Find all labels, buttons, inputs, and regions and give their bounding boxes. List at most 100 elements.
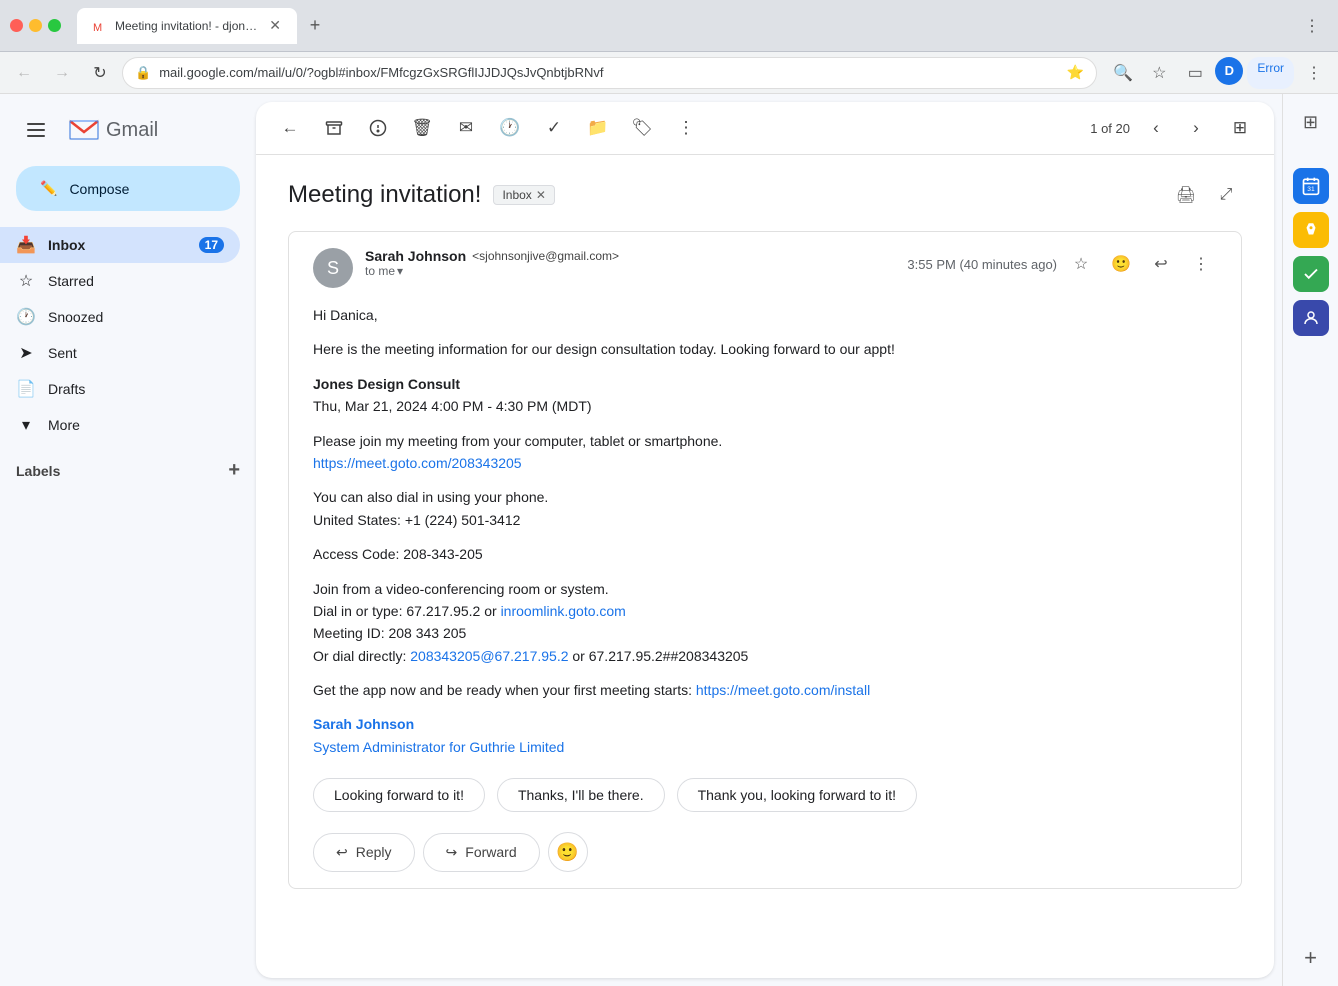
pagination-buttons: ‹ ›	[1138, 110, 1214, 146]
sidebar-item-snoozed[interactable]: 🕐 Snoozed	[0, 299, 240, 335]
sidebar-header: Gmail	[0, 102, 256, 158]
email-body-wrapper: Meeting invitation! Inbox ✕ 🖨 ⤢ S Sarah …	[256, 155, 1274, 978]
back-to-inbox-button[interactable]: ←	[272, 110, 308, 146]
close-window-button[interactable]	[10, 19, 23, 32]
email-message: S Sarah Johnson <sjohnsonjive@gmail.com>…	[288, 231, 1242, 889]
active-tab[interactable]: M Meeting invitation! - djones.g... ✕	[77, 8, 297, 44]
browser-nav-icons: 🔍 ☆ ▭ D Error ⋮	[1107, 57, 1330, 89]
contacts-button[interactable]	[1293, 300, 1329, 336]
sidebar-item-more[interactable]: ▾ More	[0, 407, 240, 443]
email-join-text: Please join my meeting from your compute…	[313, 430, 1217, 475]
mark-unread-button[interactable]: ✉	[448, 110, 484, 146]
compose-pen-icon: ✏️	[40, 180, 57, 197]
remove-inbox-tag-button[interactable]: ✕	[536, 188, 546, 202]
delete-button[interactable]: 🗑	[404, 110, 440, 146]
forward-button[interactable]: ↪ Forward	[423, 833, 540, 872]
new-tab-button[interactable]: +	[301, 12, 329, 40]
tab-bar: M Meeting invitation! - djones.g... ✕ +	[77, 8, 679, 44]
meeting-link[interactable]: https://meet.goto.com/208343205	[313, 455, 522, 471]
reply-email-button[interactable]: ↩	[1145, 248, 1177, 280]
email-signature: Sarah Johnson System Administrator for G…	[313, 713, 1217, 758]
svg-text:M: M	[93, 22, 102, 34]
sender-email: <sjohnsonjive@gmail.com>	[472, 249, 619, 263]
to-me-dropdown[interactable]: to me ▾	[365, 264, 907, 278]
inbox-label: Inbox	[48, 237, 187, 253]
sender-avatar: S	[313, 248, 353, 288]
sender-info: Sarah Johnson <sjohnsonjive@gmail.com> t…	[365, 248, 907, 278]
inroom-link[interactable]: inroomlink.goto.com	[501, 603, 626, 619]
chrome-more-button[interactable]: ⋮	[1298, 57, 1330, 89]
google-apps-button[interactable]: ⊞	[1291, 102, 1331, 142]
gmail-app: Gmail ✏️ Compose 📥 Inbox 17 ☆ Starred 🕐 …	[0, 94, 1338, 986]
sidebar: Gmail ✏️ Compose 📥 Inbox 17 ☆ Starred 🕐 …	[0, 94, 256, 986]
snoozed-label: Snoozed	[48, 309, 224, 325]
maximize-window-button[interactable]	[48, 19, 61, 32]
label-as-button[interactable]: 🏷	[624, 110, 660, 146]
older-button[interactable]: ›	[1178, 110, 1214, 146]
compose-label: Compose	[69, 181, 129, 197]
svg-text:31: 31	[1307, 186, 1315, 193]
gmail-logo: Gmail	[68, 119, 158, 142]
new-window-button[interactable]: ⤢	[1210, 179, 1242, 211]
drafts-icon: 📄	[16, 379, 36, 399]
reload-button[interactable]: ↻	[84, 57, 116, 89]
archive-button[interactable]	[316, 110, 352, 146]
forward-icon: ↪	[446, 844, 458, 861]
tab-close-button[interactable]: ✕	[267, 15, 283, 36]
email-intro: Here is the meeting information for our …	[313, 338, 1217, 360]
more-actions-button[interactable]: ⋮	[668, 110, 704, 146]
add-apps-button[interactable]: +	[1291, 938, 1331, 978]
emoji-reaction-button[interactable]: 🙂	[1105, 248, 1137, 280]
sidebar-item-drafts[interactable]: 📄 Drafts	[0, 371, 240, 407]
more-email-actions-button[interactable]: ⋮	[1185, 248, 1217, 280]
page-counter: 1 of 20	[1090, 121, 1130, 136]
smart-replies: Looking forward to it! Thanks, I'll be t…	[313, 778, 1217, 812]
email-greeting: Hi Danica,	[313, 304, 1217, 326]
print-button[interactable]: 🖨	[1170, 179, 1202, 211]
reply-button[interactable]: ↩ Reply	[313, 833, 415, 872]
star-email-button[interactable]: ☆	[1065, 248, 1097, 280]
inbox-tag-label: Inbox	[502, 188, 531, 202]
minimize-window-button[interactable]	[29, 19, 42, 32]
email-room-join: Join from a video-conferencing room or s…	[313, 578, 1217, 668]
forward-button[interactable]: →	[46, 57, 78, 89]
sidebar-item-sent[interactable]: ➤ Sent	[0, 335, 240, 371]
add-label-button[interactable]: +	[228, 459, 240, 482]
snooze-button[interactable]: 🕐	[492, 110, 528, 146]
address-bar[interactable]: 🔒 mail.google.com/mail/u/0/?ogbl#inbox/F…	[122, 57, 1097, 89]
report-spam-button[interactable]	[360, 110, 396, 146]
bookmark-icon[interactable]: ☆	[1143, 57, 1175, 89]
smart-reply-1[interactable]: Thanks, I'll be there.	[497, 778, 665, 812]
sidebar-toggle[interactable]: ▭	[1179, 57, 1211, 89]
google-calendar-button[interactable]: 31	[1293, 168, 1329, 204]
add-task-button[interactable]: ✓	[536, 110, 572, 146]
email-app-link: Get the app now and be ready when your f…	[313, 679, 1217, 701]
right-panel: ⊞ 31 +	[1282, 94, 1338, 986]
sidebar-item-starred[interactable]: ☆ Starred	[0, 263, 240, 299]
back-button[interactable]: ←	[8, 57, 40, 89]
profile-button[interactable]: D	[1215, 57, 1243, 85]
hamburger-menu[interactable]	[16, 110, 56, 150]
signature-name: Sarah Johnson	[313, 716, 414, 732]
inbox-icon: 📥	[16, 235, 36, 255]
lens-icon[interactable]: 🔍	[1107, 57, 1139, 89]
chrome-menu-button[interactable]: ⋮	[1296, 10, 1328, 42]
compose-button[interactable]: ✏️ Compose	[16, 166, 240, 211]
google-tasks-button[interactable]	[1293, 256, 1329, 292]
nav-bar: ← → ↻ 🔒 mail.google.com/mail/u/0/?ogbl#i…	[0, 52, 1338, 94]
email-company: Jones Design ConsultThu, Mar 21, 2024 4:…	[313, 373, 1217, 418]
add-emoji-button[interactable]: 🙂	[548, 832, 588, 872]
inbox-tag: Inbox ✕	[493, 185, 554, 205]
tab-title: Meeting invitation! - djones.g...	[115, 19, 259, 33]
smart-reply-2[interactable]: Thank you, looking forward to it!	[677, 778, 917, 812]
sidebar-item-inbox[interactable]: 📥 Inbox 17	[0, 227, 240, 263]
newer-button[interactable]: ‹	[1138, 110, 1174, 146]
install-link[interactable]: https://meet.goto.com/install	[696, 682, 870, 698]
error-badge: Error	[1247, 57, 1294, 89]
view-options-button[interactable]: ⊞	[1222, 110, 1258, 146]
google-keep-button[interactable]	[1293, 212, 1329, 248]
smart-reply-0[interactable]: Looking forward to it!	[313, 778, 485, 812]
main-content: ← 🗑 ✉ 🕐 ✓ 📁 🏷 ⋮ 1 of 20 ‹ › ⊞	[256, 102, 1274, 978]
move-to-button[interactable]: 📁	[580, 110, 616, 146]
direct-dial-link[interactable]: 208343205@67.217.95.2	[410, 648, 568, 664]
